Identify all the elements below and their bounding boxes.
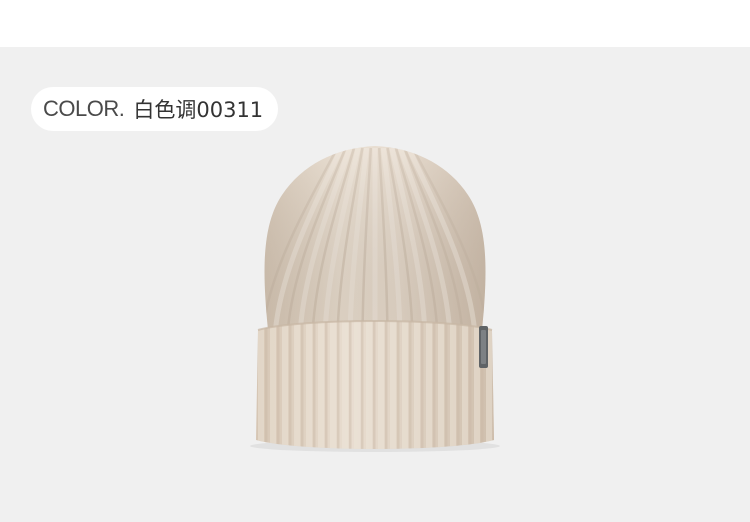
hat-cuff: [256, 320, 494, 449]
beanie-hat-image: [250, 146, 500, 452]
color-label-pill: COLOR. 白色调00311: [31, 87, 279, 131]
brand-label-tag-icon: [479, 326, 488, 368]
product-color-page: COLOR. 白色调00311: [0, 0, 750, 522]
color-label-value: 白色调00311: [133, 98, 264, 122]
hat-crown: [264, 146, 486, 330]
color-label-prefix: COLOR.: [43, 96, 125, 121]
